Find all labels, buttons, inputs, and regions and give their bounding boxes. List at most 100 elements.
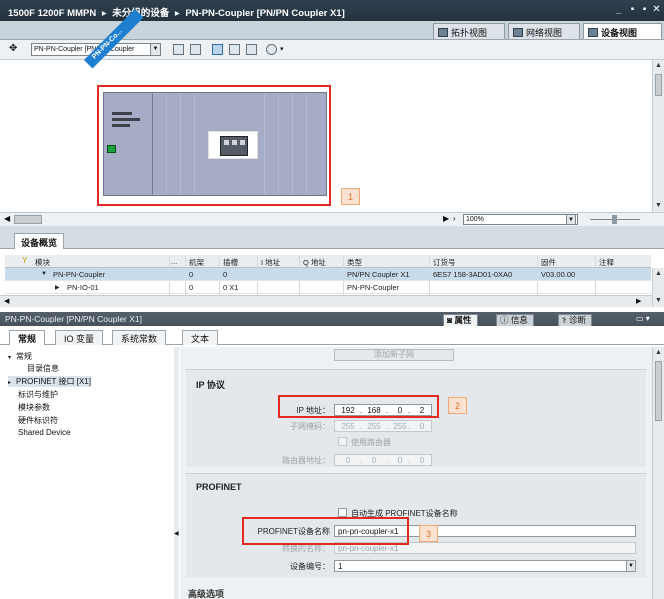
router-address-field: 0 . 0 . 0 . 0 xyxy=(334,454,432,466)
use-router-checkbox[interactable] xyxy=(338,437,347,446)
nav-item-general[interactable]: ▾ 常规 xyxy=(8,351,32,362)
router-address-label: 路由器地址： xyxy=(282,456,330,465)
chevron-down-icon[interactable]: ▼ xyxy=(150,44,160,55)
tab-diagnostics[interactable]: ⚕ 诊断 xyxy=(558,314,592,326)
filter-icon[interactable]: Y xyxy=(22,257,32,265)
nav-item-catalog-info[interactable]: 目录信息 xyxy=(27,363,59,374)
breadcrumb-project[interactable]: 1500F 1200F MMPN xyxy=(8,8,96,19)
nav-item-identification[interactable]: 标识与维护 xyxy=(18,389,58,400)
nav-label: 常规 xyxy=(16,352,32,361)
view-tab-bar: 拓扑视图 网络视图 设备视图 xyxy=(0,21,664,40)
cell-slot: 0 xyxy=(223,270,228,279)
col-q-address[interactable]: Q 地址 xyxy=(303,257,326,268)
col-module[interactable]: 模块 xyxy=(35,257,50,268)
breadcrumb-separator: ▸ xyxy=(174,8,180,19)
tab-properties[interactable]: ◙ 属性 xyxy=(443,314,478,326)
show-module-icon[interactable] xyxy=(190,44,201,55)
expand-down-icon[interactable]: ▼ xyxy=(41,271,47,277)
zoom-slider-handle[interactable] xyxy=(612,215,617,224)
callout-badge-3: 3 xyxy=(419,525,438,542)
highlight-box-2 xyxy=(278,395,439,418)
horizontal-scroll-thumb[interactable] xyxy=(14,215,42,224)
table-row[interactable]: ▼ PN-PN-Coupler 0 0 PN/PN Coupler X1 6ES… xyxy=(5,268,651,281)
add-new-subnet-button[interactable]: 添加新子网 xyxy=(334,349,454,361)
scroll-up-icon[interactable]: ▲ xyxy=(654,61,663,70)
nav-label: 模块参数 xyxy=(18,403,50,412)
chevron-down-icon[interactable]: ▼ xyxy=(626,561,635,571)
advanced-options-label[interactable]: 高级选项 xyxy=(188,587,224,599)
nav-item-shared-device[interactable]: Shared Device xyxy=(18,428,70,437)
scroll-left-icon[interactable]: ◀ xyxy=(4,214,10,223)
page-icon[interactable] xyxy=(246,44,257,55)
properties-icon: ◙ xyxy=(447,315,455,325)
tab-general[interactable]: 常规 xyxy=(9,330,46,345)
scroll-right-icon[interactable]: ▶ xyxy=(636,297,641,305)
col-comment[interactable]: 注释 xyxy=(599,257,614,268)
device-number-select[interactable]: 1 ▼ xyxy=(334,560,636,572)
tab-topology-view[interactable]: 拓扑视图 xyxy=(433,23,505,39)
tab-label: 诊断 xyxy=(568,315,586,325)
inspector-title: PN-PN-Coupler [PN/PN Coupler X1] xyxy=(5,314,142,324)
canvas-vertical-scrollbar[interactable]: ▲ ▼ xyxy=(652,60,664,212)
scroll-up-icon[interactable]: ▲ xyxy=(654,348,663,357)
scroll-thumb[interactable] xyxy=(655,74,662,96)
zoom-icon[interactable] xyxy=(266,44,277,55)
table-row[interactable]: ▶ PN-IO-01 0 0 X1 PN-PN-Coupler xyxy=(5,281,651,294)
table-horizontal-scrollbar[interactable]: ◀ ▶ xyxy=(0,295,652,307)
show-labels-icon[interactable] xyxy=(212,44,223,55)
col-order-number[interactable]: 订货号 xyxy=(433,257,456,268)
inspector-vertical-scrollbar[interactable]: ▲ xyxy=(652,347,664,599)
close-button[interactable]: ✕ xyxy=(650,3,663,16)
tab-label: 网络视图 xyxy=(526,28,563,38)
expand-right-icon[interactable]: ▶ xyxy=(55,284,60,291)
device-number-label: 设备编号： xyxy=(290,562,330,571)
scroll-thumb[interactable] xyxy=(655,361,662,421)
ip-protocol-section: IP 协议 IP 地址： 192 . 168 . 0 . 2 子网掩码： 255… xyxy=(186,369,646,467)
breadcrumb-device[interactable]: PN-PN-Coupler [PN/PN Coupler X1] xyxy=(185,8,344,19)
nav-item-profinet-interface[interactable]: ▸ PROFINET 接口 [X1] xyxy=(8,376,91,387)
save-layout-icon[interactable] xyxy=(173,44,184,55)
zoom-select[interactable]: 100% xyxy=(463,214,578,225)
device-overview-table: Y 模块 ... 机架 插槽 I 地址 Q 地址 类型 订货号 固件 注释 ▼ … xyxy=(5,255,651,295)
tab-network-view[interactable]: 网络视图 xyxy=(508,23,580,39)
device-overview-tab-bar: 设备概览 xyxy=(0,226,664,249)
scroll-left-icon[interactable]: ◀ xyxy=(4,297,9,305)
nav-splitter[interactable] xyxy=(174,347,179,599)
scroll-up-icon[interactable]: ▲ xyxy=(654,269,663,278)
callout-badge-1: 1 xyxy=(341,188,360,205)
scroll-right-icon[interactable]: ▶ xyxy=(443,214,449,223)
panel-controls-icon[interactable]: ▭ ▾ xyxy=(636,314,650,323)
nav-label: 标识与维护 xyxy=(18,390,58,399)
expand-down-icon[interactable]: ▾ xyxy=(8,354,16,361)
table-vertical-scrollbar[interactable]: ▲ ▼ xyxy=(652,268,664,307)
nav-item-module-parameters[interactable]: 模块参数 xyxy=(18,402,50,413)
tab-device-view[interactable]: 设备视图 xyxy=(583,23,662,39)
col-i-address[interactable]: I 地址 xyxy=(261,257,280,268)
col-type[interactable]: 类型 xyxy=(347,257,362,268)
tab-io-tags[interactable]: IO 变量 xyxy=(55,330,104,345)
minimize-button[interactable]: _ xyxy=(612,3,625,16)
inspector-subtab-bar: 常规 IO 变量 系统常数 文本 xyxy=(0,328,664,345)
splitter-arrow-icon[interactable]: ◀ xyxy=(174,530,179,537)
tab-info[interactable]: ⓘ 信息 xyxy=(496,314,534,326)
auto-generate-name-checkbox[interactable] xyxy=(338,508,347,517)
tab-system-constants[interactable]: 系统常数 xyxy=(112,330,167,345)
col-more[interactable]: ... xyxy=(171,257,177,266)
zoom-fit-icon[interactable]: › xyxy=(453,214,456,223)
scroll-down-icon[interactable]: ▼ xyxy=(654,201,663,210)
expand-right-icon[interactable]: ▸ xyxy=(8,379,16,386)
col-firmware[interactable]: 固件 xyxy=(541,257,556,268)
canvas-status-bar: ◀ ▶ › 100% ▼ xyxy=(0,212,664,226)
col-slot[interactable]: 插槽 xyxy=(223,257,238,268)
cell-type: PN/PN Coupler X1 xyxy=(347,270,410,279)
scroll-down-icon[interactable]: ▼ xyxy=(654,296,663,305)
col-rack[interactable]: 机架 xyxy=(189,257,204,268)
pointer-icon[interactable]: ✥ xyxy=(9,44,20,55)
topology-icon xyxy=(438,28,448,37)
zoom-dropdown-icon[interactable]: ▾ xyxy=(280,45,284,53)
chevron-down-icon[interactable]: ▼ xyxy=(566,214,576,225)
tab-texts[interactable]: 文本 xyxy=(182,330,219,345)
grid-icon[interactable] xyxy=(229,44,240,55)
nav-item-hardware-identifier[interactable]: 硬件标识符 xyxy=(18,415,58,426)
tab-device-overview[interactable]: 设备概览 xyxy=(14,233,65,249)
